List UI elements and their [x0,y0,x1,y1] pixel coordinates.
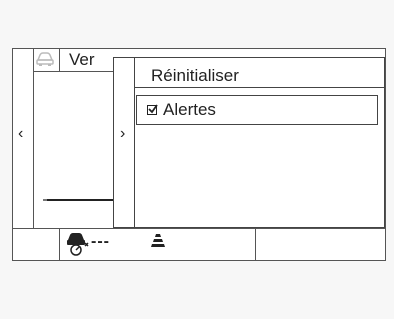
status-cell-divider [59,228,60,260]
panel-title: Réinitialiser [151,66,239,85]
car-icon [35,51,55,72]
panel-divider [134,58,135,227]
option-alertes[interactable]: Alertes [136,95,378,125]
lane-assist-icon [151,234,165,253]
option-label: Alertes [163,100,216,119]
panel-title-underline [135,87,384,88]
display-screen: ‹ Ver › Réinitialiser Alertes --- [12,48,386,261]
slider-track [47,199,113,201]
reset-panel: › Réinitialiser Alertes [113,57,385,228]
status-bar: --- [13,228,385,260]
status-cell-divider [255,228,256,260]
left-column-divider [33,49,34,228]
car-icon-divider [59,49,60,71]
previous-page-arrow[interactable]: ‹ [18,126,23,142]
panel-back-arrow[interactable]: › [120,126,125,142]
background-page-title: Ver [69,50,95,69]
speed-limit-icon [66,232,90,261]
speed-value: --- [91,233,110,250]
checkbox-checked-icon[interactable] [147,104,158,115]
